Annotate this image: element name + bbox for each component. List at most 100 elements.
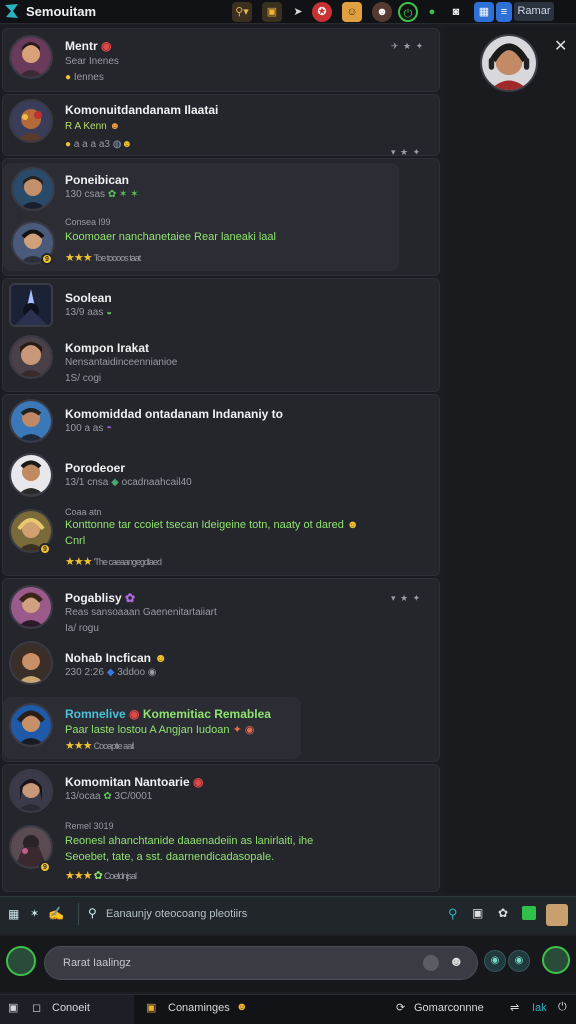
rating-meta: Cooaptie aail — [93, 741, 135, 751]
message-input[interactable]: Rarat Iaalingz ☻ — [44, 946, 478, 980]
search-filter-icon[interactable]: ⚲▾ — [232, 2, 252, 22]
settings-icon[interactable]: ✿ — [498, 906, 508, 920]
nav-item-content[interactable]: Conoeit — [52, 1002, 90, 1014]
coin-icon: ● — [65, 72, 72, 83]
profile-icon[interactable] — [542, 946, 570, 974]
post-text: Reonesl ahanchtanide daaenadeiin as lani… — [65, 835, 314, 847]
emoji-icon: ☻ — [154, 651, 167, 665]
game-icon[interactable]: ☺ — [342, 2, 362, 22]
post-meta: Sear Inenes — [65, 56, 119, 67]
avatar[interactable] — [9, 641, 53, 685]
store-icon[interactable]: ▦ — [474, 2, 494, 22]
username[interactable]: Soolean — [65, 291, 112, 305]
grid-icon[interactable]: ▦ — [8, 907, 19, 921]
avatar[interactable] — [11, 167, 55, 211]
search-go-icon[interactable]: ⚲ — [448, 906, 458, 922]
username[interactable]: Romnelive — [65, 707, 126, 721]
sticker-icon[interactable]: ☻ — [449, 953, 464, 969]
power-icon[interactable]: ⏻ — [558, 1001, 567, 1014]
attach-icon[interactable]: ◉ — [508, 950, 530, 972]
food-icon: ◒ — [106, 307, 113, 318]
username[interactable]: Pogablisy — [65, 591, 122, 605]
avatar[interactable] — [9, 703, 53, 747]
mic-icon[interactable]: ◉ — [484, 950, 506, 972]
chat-bubble-icon[interactable]: ● — [422, 2, 442, 22]
feed-card[interactable]: Mentr ◉ Sear Inenes ● Iennes ✈ ★ ✦ — [2, 28, 440, 92]
camera-icon[interactable]: ◙ — [446, 2, 466, 22]
emoji-icon[interactable]: ☻ — [236, 1001, 248, 1013]
composer: Rarat Iaalingz ☻ ◉ ◉ — [0, 936, 576, 992]
username[interactable]: Porodeoer — [65, 461, 125, 475]
folder-icon[interactable]: ▣ — [262, 2, 282, 22]
share-icon[interactable]: ➤ — [288, 2, 308, 22]
nav-item-communities[interactable]: Conaminges — [168, 1002, 230, 1014]
alert-icon[interactable]: ✪ — [312, 2, 332, 22]
avatar[interactable] — [9, 585, 53, 629]
grid-icon[interactable]: ▣ — [8, 1001, 18, 1014]
username[interactable]: Nohab Incfican — [65, 651, 151, 665]
top-action-button[interactable]: Ramar — [514, 2, 554, 21]
search-icon[interactable]: ⚲ — [88, 906, 97, 920]
avatar[interactable] — [9, 335, 53, 379]
avatar[interactable] — [9, 283, 53, 327]
emoji-icon[interactable] — [423, 955, 439, 971]
username-secondary[interactable]: Komemitiac Remablea — [143, 707, 271, 721]
avatar[interactable] — [9, 769, 53, 813]
emoji-icon: ☻ — [109, 121, 121, 132]
card-actions[interactable]: ✈ ★ ✦ — [391, 41, 424, 52]
feed-card[interactable]: Komonuitdandanam Ilaatai R A Kenn ☻ ● a … — [2, 94, 440, 158]
post-meta-secondary: ocadnaahcail40 — [121, 477, 192, 488]
nav-item-link[interactable]: Iak — [532, 1002, 547, 1014]
profile-avatar[interactable] — [480, 34, 538, 92]
rating-stars: ★★★ — [65, 252, 93, 264]
post-text: Paar laste lostou A Angjan Iudoan — [65, 724, 230, 736]
online-badge: 9 — [39, 861, 51, 873]
app-logo-icon[interactable] — [4, 3, 20, 19]
image-icon[interactable]: ▣ — [472, 906, 483, 920]
status-square-icon[interactable] — [522, 906, 536, 920]
close-icon[interactable]: ✕ — [554, 36, 567, 56]
username[interactable]: Kompon Irakat — [65, 341, 149, 355]
folder-icon[interactable]: ▣ — [146, 1001, 156, 1014]
sparkle-icon[interactable]: ✶ — [30, 907, 39, 920]
avatar[interactable] — [9, 35, 53, 79]
feed-card[interactable]: Komomitan Nantoarie ◉ 13/ocaa ✿ 3C/0001 … — [2, 764, 440, 892]
status-icon[interactable]: ⏻ — [398, 2, 418, 22]
nav-item-games[interactable]: Gomarconnne — [414, 1002, 484, 1014]
menu-icon[interactable]: ≡ — [496, 2, 512, 22]
feed-card[interactable]: Pogablisy ✿ Reas sansoaaan Gaenenitartai… — [2, 578, 440, 762]
gesture-icon[interactable]: ✍ — [48, 906, 64, 922]
post-meta-secondary: 3C/0001 — [114, 791, 153, 802]
coin-icon: ● — [65, 139, 72, 150]
profile-icon[interactable]: ☻ — [372, 2, 392, 22]
verified-icon: ◉ — [193, 775, 204, 789]
username[interactable]: Komonuitdandanam Ilaatai — [65, 103, 218, 117]
search-input[interactable]: Eanaunjy oteocoang pleotiirs — [106, 908, 247, 920]
plant-icon: ✿ — [93, 870, 103, 882]
card-actions[interactable]: ▾ ★ ✦ — [391, 147, 421, 158]
verified-icon: ◉ — [101, 39, 112, 53]
avatar[interactable] — [9, 399, 53, 443]
username[interactable]: Komomiddad ontadanam Indananiy to — [65, 407, 283, 421]
avatar[interactable] — [9, 453, 53, 497]
post-text-continued: Seoebet, tate, a sst. daarnendicadasopal… — [65, 851, 275, 863]
composer-avatar[interactable] — [6, 946, 36, 976]
post-meta: 13/1 cnsa — [65, 477, 109, 488]
user-thumb-icon[interactable] — [546, 904, 568, 926]
rating-meta: Coeldnjsal — [103, 871, 137, 881]
card-actions[interactable]: ▾ ★ ✦ — [391, 593, 421, 604]
feed-card[interactable]: Poneibican 130 csas ✿ ✶ ✶ 9 Consea l99 K… — [2, 158, 440, 276]
username[interactable]: Mentr — [65, 39, 98, 53]
sync-icon[interactable]: ⇌ — [510, 1001, 519, 1014]
feed-card[interactable]: Komomiddad ontadanam Indananiy to 100 a … — [2, 394, 440, 576]
chat-icon[interactable]: ◻ — [32, 1001, 41, 1014]
feed-card[interactable]: Soolean 13/9 aas ◒ Kompon Irakat Nensant… — [2, 278, 440, 392]
username[interactable]: Poneibican — [65, 173, 129, 187]
refresh-icon[interactable]: ⟳ — [396, 1001, 405, 1014]
search-bar: ▦ ✶ ✍ ⚲ Eanaunjy oteocoang pleotiirs ⚲ ▣… — [0, 896, 576, 934]
emoji-icon: ☻ — [121, 139, 133, 150]
post-sub: Ia/ rogu — [65, 623, 99, 634]
tag-icon: ◆ — [106, 667, 115, 678]
avatar[interactable] — [9, 99, 53, 143]
username[interactable]: Komomitan Nantoarie — [65, 775, 190, 789]
